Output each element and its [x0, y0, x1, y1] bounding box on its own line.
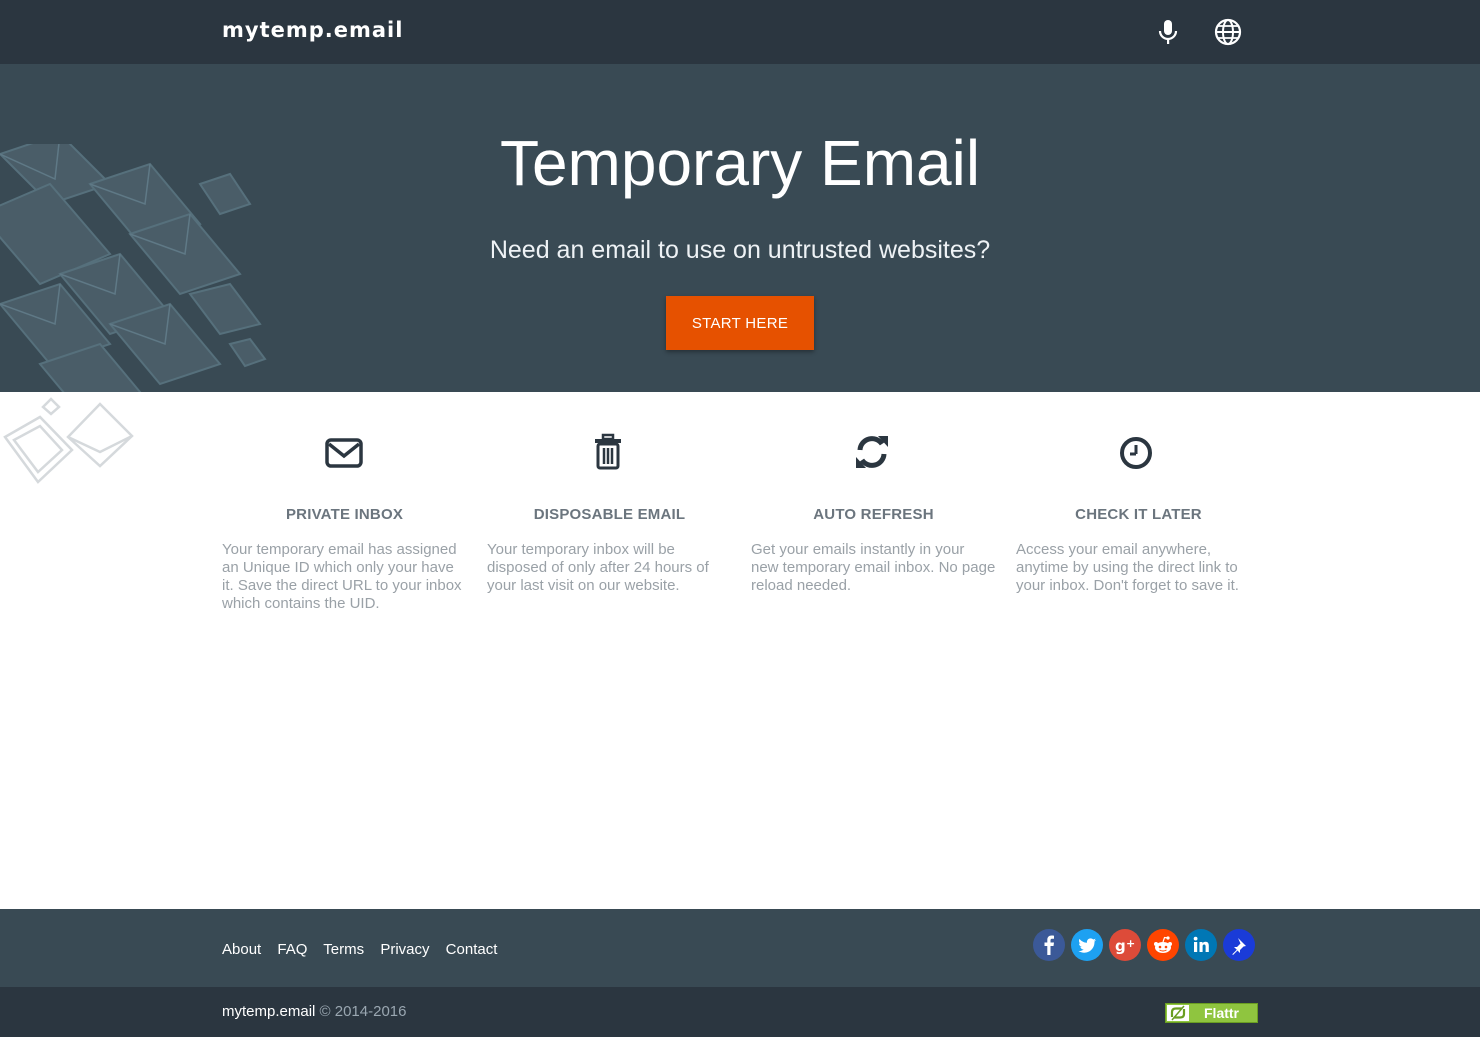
pinboard-icon[interactable] — [1223, 929, 1255, 961]
facebook-icon[interactable] — [1033, 929, 1065, 961]
copyright-site-link[interactable]: mytemp.email — [222, 1003, 315, 1020]
flattr-button[interactable]: Flattr — [1165, 1003, 1258, 1023]
hero-section: Temporary Email Need an email to use on … — [0, 64, 1480, 392]
feature-description: Get your emails instantly in your new te… — [751, 541, 996, 594]
start-here-button[interactable]: START HERE — [666, 296, 814, 350]
envelope-icon — [324, 432, 364, 472]
flattr-label: Flattr — [1204, 1005, 1239, 1021]
copyright: mytemp.email © 2014-2016 — [222, 1003, 406, 1020]
microphone-icon[interactable] — [1153, 17, 1183, 47]
footer-link-privacy[interactable]: Privacy — [380, 941, 429, 958]
site-logo[interactable]: mytemp.email — [222, 18, 403, 42]
footer-link-about[interactable]: About — [222, 941, 261, 958]
globe-icon[interactable] — [1213, 17, 1243, 47]
svg-text:+: + — [1126, 937, 1135, 950]
feature-title: AUTO REFRESH — [813, 506, 934, 523]
feature-description: Access your email anywhere, anytime by u… — [1016, 541, 1239, 594]
reddit-icon[interactable] — [1147, 929, 1179, 961]
footer-links: About FAQ Terms Privacy Contact — [222, 941, 509, 958]
feature-title: CHECK IT LATER — [1075, 506, 1202, 523]
top-navbar: mytemp.email — [0, 0, 1480, 64]
hero-subtitle: Need an email to use on untrusted websit… — [489, 236, 991, 264]
feature-description: Your temporary email has assigned an Uni… — [222, 541, 462, 612]
copyright-years: © 2014-2016 — [315, 1003, 407, 1020]
footer-link-contact[interactable]: Contact — [446, 941, 498, 958]
bottom-bar: mytemp.email © 2014-2016 Flattr — [0, 987, 1480, 1037]
twitter-icon[interactable] — [1071, 929, 1103, 961]
clock-icon — [1116, 432, 1156, 472]
feature-title: PRIVATE INBOX — [285, 506, 404, 523]
refresh-icon — [852, 432, 892, 472]
hero-title: Temporary Email — [499, 127, 981, 199]
flattr-logo-icon — [1167, 1005, 1189, 1021]
linkedin-icon[interactable] — [1185, 929, 1217, 961]
footer: About FAQ Terms Privacy Contact g + — [0, 909, 1480, 987]
footer-link-terms[interactable]: Terms — [323, 941, 364, 958]
feature-title: DISPOSABLE EMAIL — [533, 506, 686, 523]
envelopes-outline-decoration-icon — [3, 397, 134, 484]
svg-text:g: g — [1115, 937, 1126, 955]
feature-description: Your temporary inbox will be disposed of… — [487, 541, 709, 594]
google-plus-icon[interactable]: g + — [1109, 929, 1141, 961]
trash-icon — [588, 432, 628, 472]
footer-link-faq[interactable]: FAQ — [277, 941, 307, 958]
